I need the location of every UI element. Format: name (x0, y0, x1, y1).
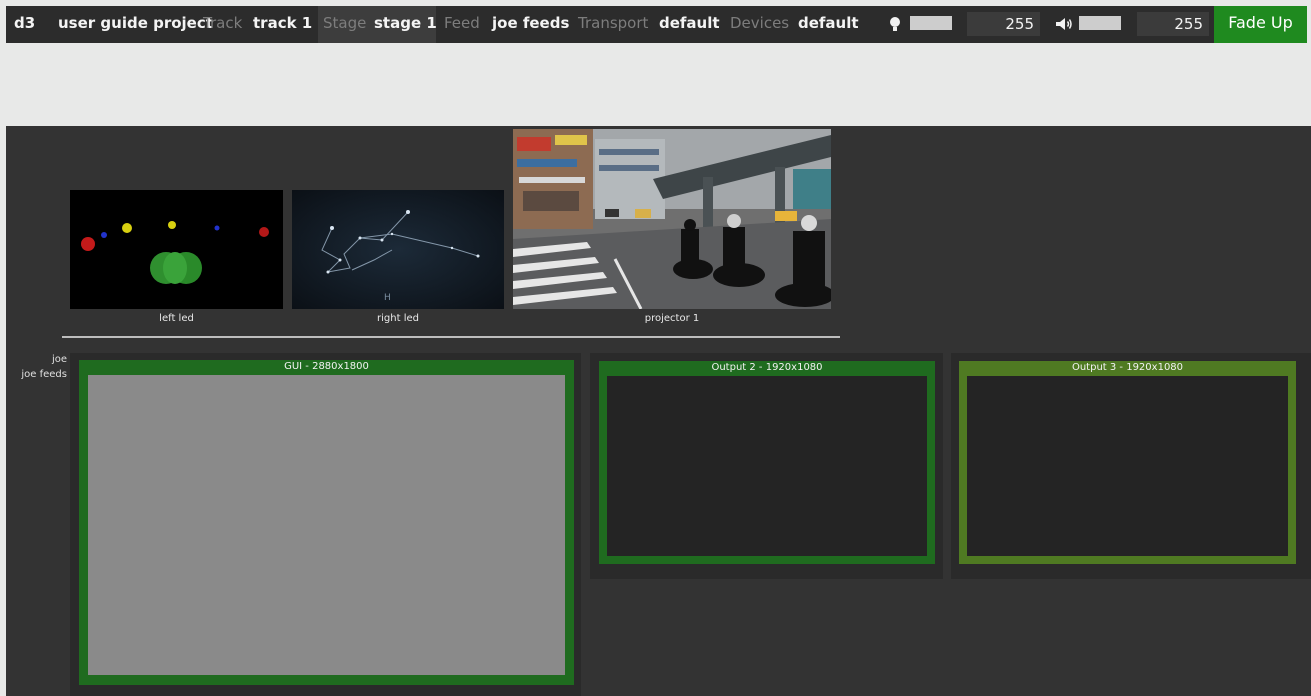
output-title: Output 3 - 1920x1080 (1071, 362, 1184, 373)
output-canvas[interactable] (607, 376, 927, 556)
volume-value[interactable]: 255 (1137, 12, 1209, 36)
top-bar: d3 user guide project Track track 1 Stag… (6, 6, 1307, 43)
stage-workspace[interactable]: left led H right led projector 1 joe joe… (6, 126, 1311, 696)
screen-left-led[interactable] (70, 190, 283, 309)
timeline-divider (62, 336, 840, 338)
brightness-slider[interactable] (910, 16, 952, 30)
brightness-value[interactable]: 255 (967, 12, 1040, 36)
output-panel-gui: GUI - 2880x1800 (70, 353, 581, 696)
street-scene-preview (513, 129, 831, 309)
app-name[interactable]: d3 (14, 6, 35, 43)
screen-right-led[interactable]: H (292, 190, 504, 309)
feed-name-label: joe feeds (21, 369, 67, 380)
transport-label: Transport (578, 14, 649, 32)
output-frame-2[interactable]: Output 2 - 1920x1080 (599, 361, 935, 564)
screen-label: right led (377, 313, 419, 324)
output-frame-3[interactable]: Output 3 - 1920x1080 (959, 361, 1296, 564)
fade-up-button[interactable]: Fade Up (1214, 6, 1307, 43)
volume-slider[interactable] (1079, 16, 1121, 30)
output-canvas[interactable] (967, 376, 1288, 556)
output-canvas[interactable] (88, 375, 565, 675)
output-title: Output 2 - 1920x1080 (711, 362, 823, 373)
project-name[interactable]: user guide project (58, 6, 213, 43)
brightness-bulb-icon (890, 17, 900, 31)
devices-selector[interactable]: default (798, 6, 859, 43)
volume-speaker-icon (1056, 18, 1072, 30)
screen-label: left led (159, 313, 194, 324)
feed-selector[interactable]: joe feeds (492, 6, 569, 43)
stage-value: stage 1 (374, 14, 437, 32)
output-title: GUI - 2880x1800 (284, 361, 369, 372)
output-frame-gui[interactable]: GUI - 2880x1800 (79, 360, 574, 685)
stage-selector[interactable]: Stage stage 1 (318, 6, 437, 43)
devices-label: Devices (730, 14, 790, 32)
track-label: Track (203, 14, 243, 32)
transport-selector[interactable]: default (659, 6, 720, 43)
screen-label: projector 1 (644, 313, 700, 324)
svg-text:H: H (384, 293, 391, 303)
led-spheres-preview (70, 190, 283, 309)
feed-user-label: joe (51, 354, 67, 365)
feed-label: Feed (444, 14, 480, 32)
screen-projector-1[interactable] (513, 129, 831, 309)
output-panel-2: Output 2 - 1920x1080 (590, 353, 943, 579)
track-selector[interactable]: track 1 (253, 6, 312, 43)
constellation-preview: H (292, 190, 504, 309)
stage-label: Stage (323, 14, 367, 32)
output-panel-3: Output 3 - 1920x1080 (951, 353, 1311, 579)
